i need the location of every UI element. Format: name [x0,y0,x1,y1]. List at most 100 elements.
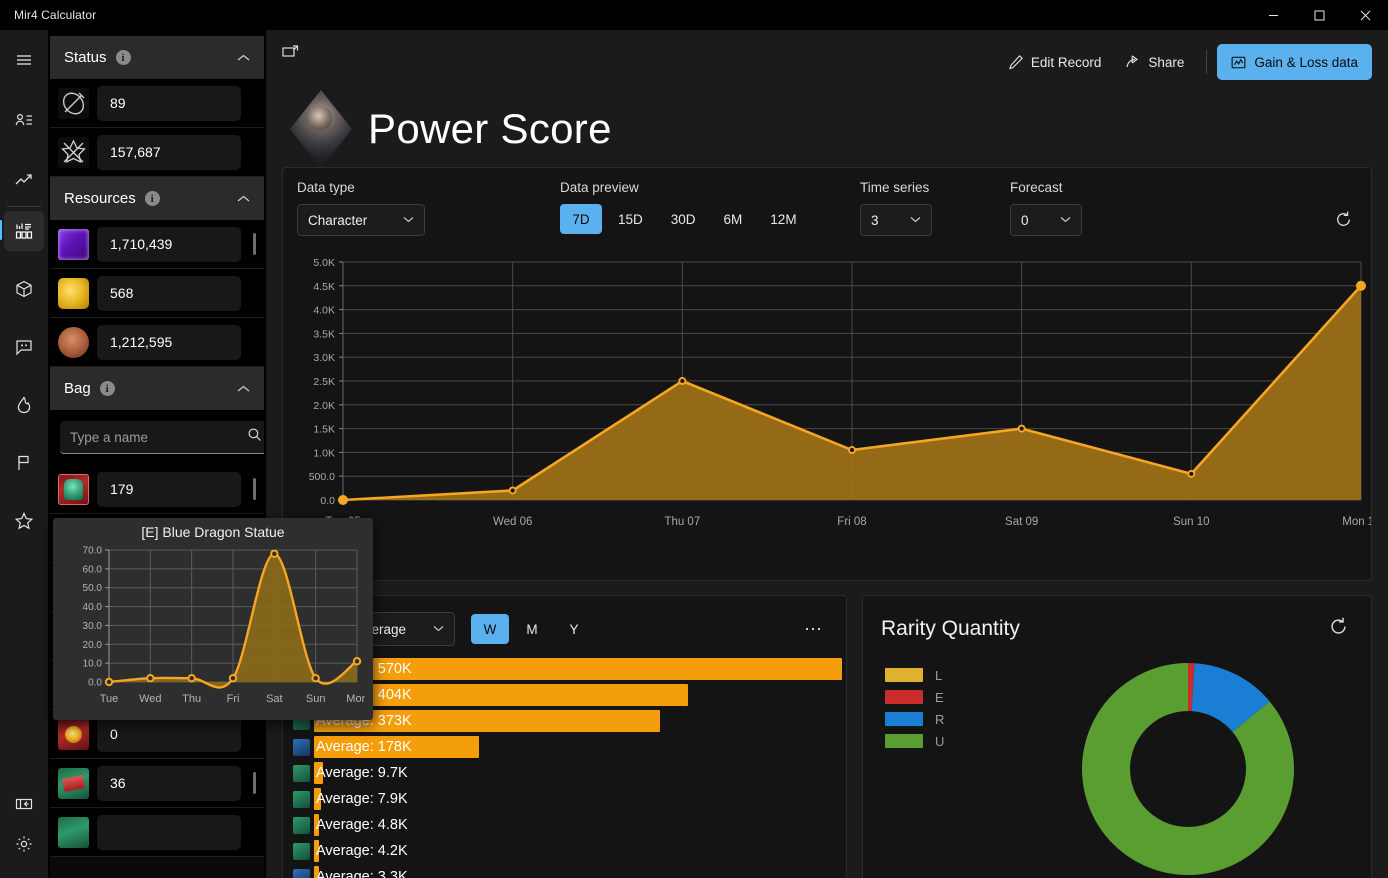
left-data-panel: Status i 89 157,687 Resources i 1,710,43… [50,36,264,878]
level-icon [58,87,89,119]
power-value[interactable]: 157,687 [97,134,241,170]
range-option-w[interactable]: W [471,614,509,644]
star-icon[interactable] [0,501,48,541]
svg-text:10.0: 10.0 [83,659,103,670]
bar-row[interactable]: Average: 3.3K [283,864,846,878]
forecast-select[interactable]: 0 [1010,204,1082,236]
bar-fill [314,762,323,784]
bag-row-green-box[interactable] [50,808,264,857]
resource-row-copper[interactable]: 1,212,595 [50,318,264,367]
data-type-select[interactable]: Character [297,204,425,236]
chevron-up-icon[interactable] [237,192,250,206]
svg-text:Sat 09: Sat 09 [1005,516,1038,528]
status-section-header[interactable]: Status i [50,36,264,79]
collapse-panel-icon[interactable] [0,784,48,824]
info-icon[interactable]: i [115,50,131,65]
legend-label: E [935,689,944,705]
contacts-icon[interactable] [0,100,48,140]
row-scroll-indicator[interactable] [253,478,256,500]
gold-value[interactable]: 568 [97,275,241,311]
minimize-button[interactable] [1250,0,1296,30]
action-divider [1206,50,1208,74]
info-icon[interactable]: i [99,381,115,396]
bar-row[interactable]: Average: 4.8K [283,812,846,838]
window-title: Mir4 Calculator [14,8,97,22]
preview-option-15d[interactable]: 15D [606,204,655,234]
legend-item[interactable]: E [885,686,944,708]
popout-icon[interactable] [282,44,299,66]
search-input[interactable] [70,429,247,445]
bar-row[interactable]: Average: 4.2K [283,838,846,864]
svg-text:30.0: 30.0 [83,621,103,632]
rarity-donut-chart [1082,663,1294,875]
blue-dragon-statue-value[interactable]: 179 [97,471,241,507]
share-button[interactable]: Share [1113,46,1196,78]
row-scroll-indicator[interactable] [253,233,256,255]
preview-option-12m[interactable]: 12M [758,204,808,234]
gain-loss-data-button[interactable]: Gain & Loss data [1217,44,1372,80]
close-button[interactable] [1342,0,1388,30]
gain-loss-label: Gain & Loss data [1254,54,1358,70]
range-option-m[interactable]: M [513,614,551,644]
chevron-up-icon[interactable] [237,382,250,396]
resources-section-header[interactable]: Resources i [50,177,264,220]
copper-value[interactable]: 1,212,595 [97,324,241,360]
legend-item[interactable]: L [885,664,944,686]
resource-row-darksteel[interactable]: 1,710,439 [50,220,264,269]
bar-label: Average: 7.9K [316,791,408,807]
maximize-button[interactable] [1296,0,1342,30]
comment-icon[interactable] [0,327,48,367]
bar-row[interactable]: Average: 9.7K [283,760,846,786]
sidebar-item-statistics[interactable] [0,211,44,251]
chart-refresh-icon[interactable] [1334,210,1353,234]
row-scroll-indicator[interactable] [253,772,256,794]
flame-icon[interactable] [0,385,48,425]
green-box-value[interactable] [97,814,241,850]
legend-label: R [935,711,945,727]
settings-gear-icon[interactable] [0,824,48,864]
trending-icon[interactable] [0,160,48,200]
svg-text:Wed 06: Wed 06 [493,516,532,528]
chevron-up-icon[interactable] [237,51,250,65]
page-header: Power Score [290,90,612,168]
svg-text:3.0K: 3.0K [313,352,335,364]
search-input-wrapper[interactable] [60,421,264,454]
chevron-down-icon [433,624,444,635]
time-series-select[interactable]: 3 [860,204,932,236]
bag-row-red-book[interactable]: 36 [50,759,264,808]
preview-option-7d[interactable]: 7D [560,204,602,234]
box-icon[interactable] [0,269,48,309]
more-options-icon[interactable]: ⋯ [804,619,828,640]
menu-icon[interactable] [0,40,48,80]
red-book-value[interactable]: 36 [97,765,241,801]
flag-icon[interactable] [0,443,48,483]
preview-option-30d[interactable]: 30D [659,204,708,234]
resource-row-gold[interactable]: 568 [50,269,264,318]
status-row-level[interactable]: 89 [50,79,264,128]
range-option-y[interactable]: Y [555,614,593,644]
bar-fill [314,840,319,862]
legend-swatch [885,712,923,726]
status-row-power[interactable]: 157,687 [50,128,264,177]
edit-record-button[interactable]: Edit Record [996,46,1114,78]
svg-text:40.0: 40.0 [83,602,103,613]
bar-row[interactable]: Average: 7.9K [283,786,846,812]
darksteel-value[interactable]: 1,710,439 [97,226,241,262]
level-value[interactable]: 89 [97,85,241,121]
svg-text:4.5K: 4.5K [313,281,335,293]
svg-text:Fri 08: Fri 08 [837,516,866,528]
info-icon[interactable]: i [144,191,160,206]
search-icon[interactable] [247,427,262,447]
bag-section-header[interactable]: Bag i [50,367,264,410]
legend-item[interactable]: R [885,708,944,730]
bar-fill [314,736,479,758]
preview-option-6m[interactable]: 6M [712,204,755,234]
legend-item[interactable]: U [885,730,944,752]
chevron-down-icon [910,215,921,226]
bag-row-blue-dragon-statue[interactable]: 179 [50,465,264,514]
rarity-refresh-icon[interactable] [1328,616,1353,642]
svg-text:0.0: 0.0 [88,678,102,689]
bar-row[interactable]: Average: 178K [283,734,846,760]
rail-divider [7,206,41,207]
page-title: Power Score [368,105,612,152]
